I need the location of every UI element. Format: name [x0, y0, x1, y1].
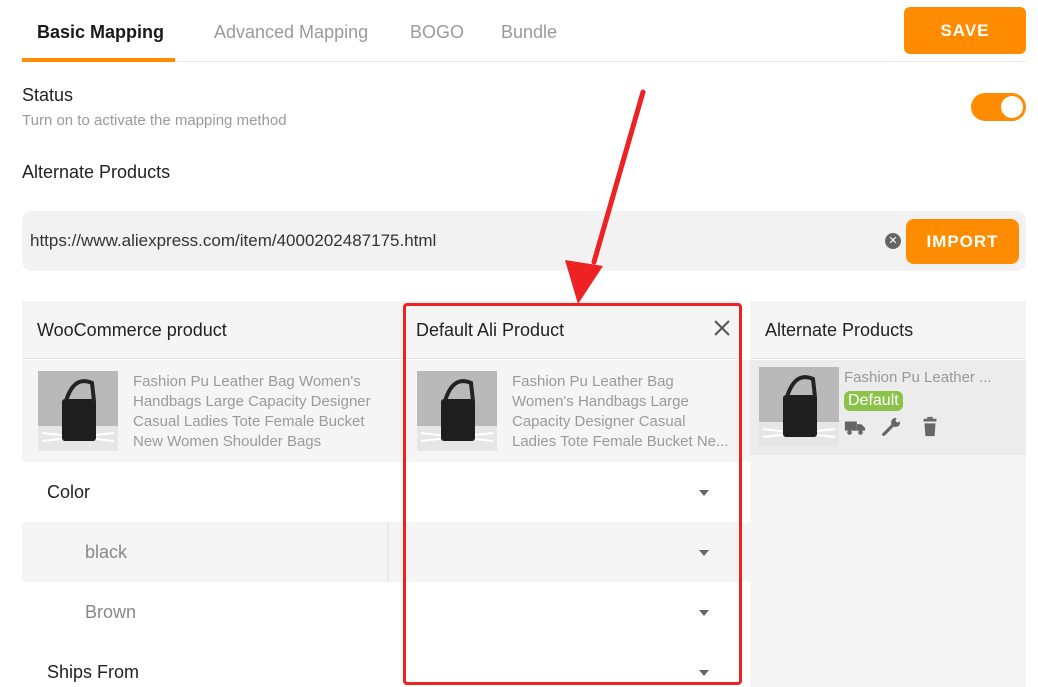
tab-basic-mapping[interactable]: Basic Mapping — [37, 22, 164, 43]
alternate-product-name: Fashion Pu Leather ... — [844, 369, 992, 386]
attribute-value-label: Brown — [85, 602, 137, 622]
tab-bar: Basic Mapping Advanced Mapping BOGO Bund… — [22, 0, 1026, 62]
ali-product-image — [417, 371, 497, 451]
clear-icon[interactable]: ✕ — [885, 233, 901, 249]
tab-bogo[interactable]: BOGO — [410, 22, 464, 43]
column-header-default-ali: Default Ali Product — [401, 301, 742, 359]
product-url-input[interactable] — [30, 227, 870, 255]
attribute-row-color: Color — [22, 462, 750, 522]
attribute-row-ships-from: Ships From — [22, 642, 750, 687]
url-import-bar: ✕ IMPORT — [22, 211, 1026, 271]
alternate-product-item[interactable]: Fashion Pu Leather ... Default — [750, 360, 1026, 455]
column-title-default-ali: Default Ali Product — [416, 320, 565, 340]
attribute-label: Ships From — [47, 662, 140, 682]
toggle-knob — [1001, 96, 1023, 118]
alternate-products-title: Alternate Products — [22, 162, 171, 182]
chevron-down-icon[interactable] — [699, 670, 709, 676]
chevron-down-icon[interactable] — [699, 490, 709, 496]
alternate-product-image — [759, 367, 839, 447]
column-header-woo: WooCommerce product — [22, 301, 388, 359]
attribute-label: Color — [47, 482, 91, 502]
alternate-products-panel: Fashion Pu Leather ... Default — [750, 360, 1026, 687]
column-title-woo: WooCommerce product — [37, 320, 227, 340]
import-button[interactable]: IMPORT — [906, 219, 1019, 264]
tab-advanced-mapping[interactable]: Advanced Mapping — [214, 22, 368, 43]
column-title-alternate: Alternate Products — [765, 320, 914, 340]
default-ali-product-cell: Fashion Pu Leather Bag Women's Handbags … — [401, 360, 750, 462]
status-toggle[interactable] — [971, 93, 1026, 121]
tab-bundle[interactable]: Bundle — [501, 22, 557, 43]
woo-product-name: Fashion Pu Leather Bag Women's Handbags … — [133, 373, 371, 450]
status-title: Status — [22, 85, 74, 105]
attribute-row-black: black — [22, 522, 750, 582]
cell-divider — [387, 522, 389, 582]
ali-product-name: Fashion Pu Leather Bag Women's Handbags … — [512, 373, 729, 450]
truck-icon[interactable] — [844, 416, 866, 438]
save-button[interactable]: SAVE — [904, 7, 1026, 54]
trash-icon[interactable] — [919, 416, 941, 438]
woo-product-image — [38, 371, 118, 451]
active-tab-indicator — [22, 58, 175, 62]
attribute-value-label: black — [85, 542, 128, 562]
chevron-down-icon[interactable] — [699, 550, 709, 556]
status-description: Turn on to activate the mapping method — [22, 112, 287, 129]
attribute-row-brown: Brown — [22, 582, 750, 642]
close-icon[interactable] — [710, 316, 734, 340]
column-header-alternate: Alternate Products — [750, 301, 1026, 359]
default-badge: Default — [844, 391, 903, 411]
chevron-down-icon[interactable] — [699, 610, 709, 616]
wrench-icon[interactable] — [881, 416, 903, 438]
woo-product-cell: Fashion Pu Leather Bag Women's Handbags … — [22, 360, 388, 462]
